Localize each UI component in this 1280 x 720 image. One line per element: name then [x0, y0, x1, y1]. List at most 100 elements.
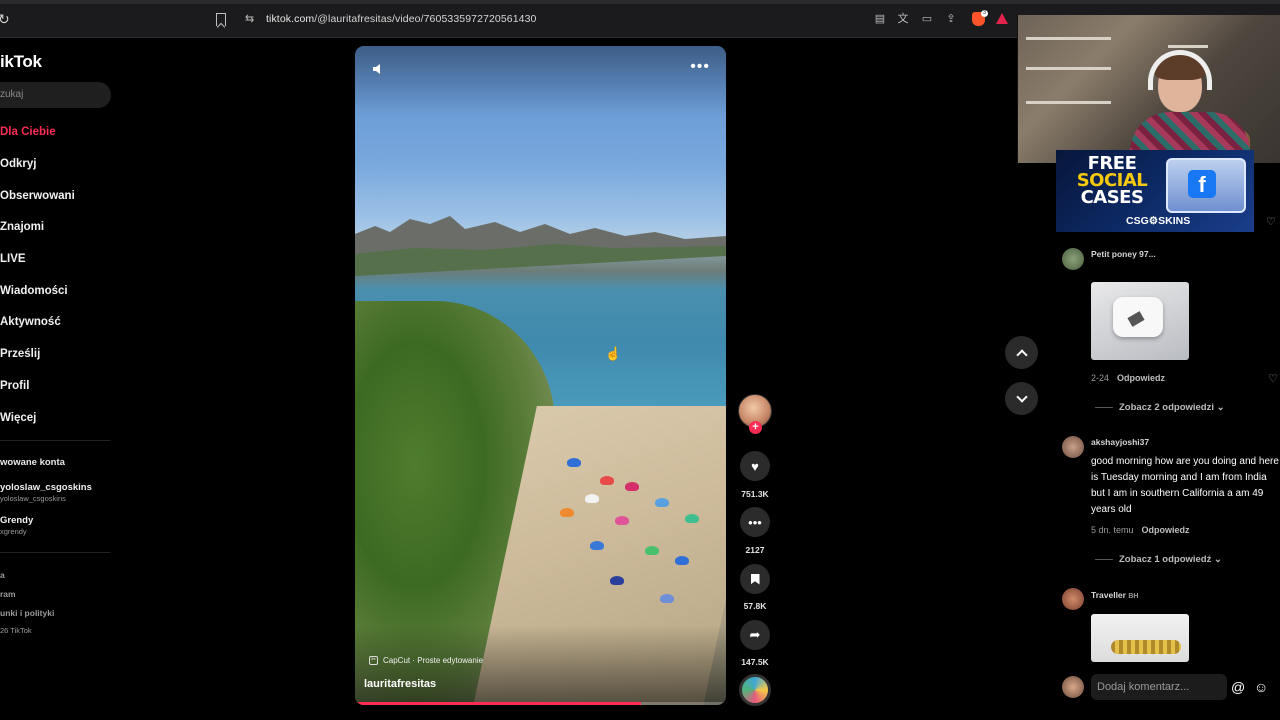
umbrella — [600, 476, 614, 485]
comment-image[interactable] — [1091, 614, 1189, 662]
ad-brand: CSG⚙SKINS — [1126, 215, 1191, 227]
footer-link[interactable]: unki i polityki — [0, 608, 54, 618]
nav-for-you[interactable]: Dla Ciebie — [0, 126, 56, 138]
follow-plus-icon[interactable]: + — [749, 421, 762, 434]
umbrella — [645, 546, 659, 555]
reply-link[interactable]: Odpowiedz — [1142, 525, 1190, 535]
comment-input[interactable] — [1091, 674, 1227, 700]
comments-panel: Petit poney 97... ♡ 2-24 Odpowiedz Zobacz… — [1050, 232, 1280, 672]
more-options-icon[interactable]: ••• — [690, 59, 710, 75]
account-handle: yoloslaw_csgoskins — [0, 494, 66, 503]
streamer — [1130, 50, 1250, 163]
capcut-tag[interactable]: ✂ CapCut · Proste edytowanie — [369, 653, 483, 667]
reader-mode-icon[interactable]: ▤ — [873, 12, 887, 26]
comment-icon: ••• — [748, 514, 762, 530]
bookmark-icon[interactable] — [216, 13, 226, 26]
ad-line: CASES — [1080, 187, 1144, 208]
heart-icon[interactable]: ♡ — [1268, 372, 1278, 385]
nav-activity[interactable]: Aktywność — [0, 316, 61, 328]
comment-date: 2-24 — [1091, 373, 1110, 383]
ad-banner[interactable]: FREE SOCIAL CASES f CSG⚙SKINS — [1056, 150, 1254, 232]
nav-live[interactable]: LIVE — [0, 253, 26, 265]
shelf — [1168, 45, 1208, 48]
like-button[interactable]: ♥ — [740, 451, 770, 481]
nav-more[interactable]: Więcej — [0, 412, 36, 424]
chevron-up-icon — [1015, 348, 1028, 361]
nav-messages[interactable]: Wiadomości — [0, 285, 68, 297]
copyright: 26 TikTok — [0, 626, 32, 635]
capcut-icon: ✂ — [369, 655, 378, 665]
comment-avatar[interactable] — [1062, 588, 1084, 610]
mountains-scenery — [355, 216, 726, 276]
umbrella — [585, 494, 599, 503]
webcam-overlay — [1017, 15, 1280, 163]
nav-profile[interactable]: Profil — [0, 380, 29, 392]
footer-link[interactable]: a — [0, 570, 5, 580]
nav-following[interactable]: Obserwowani — [0, 190, 75, 202]
umbrella — [615, 516, 629, 525]
video-player[interactable]: ••• ✂ CapCut · Proste edytowanie laurita… — [355, 46, 726, 705]
umbrella — [590, 541, 604, 550]
comment-username[interactable]: Traveller BH — [1091, 590, 1138, 600]
search-input[interactable]: zukaj — [0, 82, 111, 108]
tiktok-logo[interactable]: ikTok — [0, 52, 42, 72]
mention-icon[interactable]: @ — [1231, 679, 1245, 695]
video-author[interactable]: lauritafresitas — [364, 678, 436, 690]
umbrella — [567, 458, 581, 467]
umbrella — [625, 482, 639, 491]
share-icon[interactable]: ⇪ — [944, 12, 958, 26]
search-placeholder: zukaj — [0, 89, 24, 100]
umbrella — [655, 498, 669, 507]
comment-username[interactable]: akshayjoshi37 — [1091, 437, 1149, 447]
view-replies[interactable]: Zobacz 2 odpowiedzi ⌄ — [1095, 402, 1225, 413]
previous-video-button[interactable] — [1005, 336, 1038, 369]
translate-icon[interactable]: 文 — [896, 12, 910, 26]
user-badge: BH — [1128, 593, 1139, 600]
ad-title: FREE SOCIAL CASES — [1066, 155, 1158, 208]
comment-avatar[interactable] — [1062, 436, 1084, 458]
heart-icon[interactable]: ♡ — [1266, 215, 1276, 228]
rewards-icon[interactable] — [996, 13, 1008, 24]
tab-strip — [0, 0, 1280, 4]
following-accounts-title: wowane konta — [0, 457, 65, 468]
chevron-down-icon — [1015, 390, 1028, 403]
top-gradient — [355, 46, 726, 116]
capcut-label: CapCut · Proste edytowanie — [383, 655, 484, 665]
next-video-button[interactable] — [1005, 382, 1038, 415]
volume-icon[interactable] — [371, 62, 385, 76]
url-path: /@lauritafresitas/video/7605335972720561… — [314, 13, 537, 25]
footer-link[interactable]: ram — [0, 589, 16, 599]
my-avatar — [1062, 676, 1084, 698]
divider — [0, 440, 110, 441]
comment-username[interactable]: Petit poney 97... — [1091, 249, 1156, 259]
comment-avatar[interactable] — [1062, 248, 1084, 270]
nav-upload[interactable]: Prześlij — [0, 348, 40, 360]
music-disc-icon[interactable] — [739, 674, 771, 706]
account-name[interactable]: Grendy — [0, 515, 33, 526]
comment-image[interactable] — [1091, 282, 1189, 360]
bookmark-icon — [750, 573, 760, 585]
comment-button[interactable]: ••• — [740, 507, 770, 537]
url-host: tiktok.com — [266, 13, 315, 25]
share-button[interactable]: ➦ — [740, 620, 770, 650]
heart-icon: ♥ — [751, 458, 759, 474]
view-replies[interactable]: Zobacz 1 odpowiedź ⌄ — [1095, 554, 1222, 565]
address-bar[interactable]: tiktok.com/@lauritafresitas/video/760533… — [266, 13, 536, 25]
emoji-icon[interactable]: ☺ — [1254, 679, 1268, 695]
username-text: Traveller — [1091, 590, 1126, 600]
reply-link[interactable]: Odpowiedz — [1117, 373, 1165, 383]
site-info-icon[interactable]: ⇆ — [245, 14, 257, 25]
umbrella — [675, 556, 689, 565]
save-button[interactable] — [740, 564, 770, 594]
sidebar: ikTok zukaj Dla Ciebie Odkryj Obserwowan… — [0, 39, 118, 720]
account-name[interactable]: yoloslaw_csgoskins — [0, 482, 92, 493]
comment-text: good morning how are you doing and here … — [1091, 456, 1279, 515]
cast-icon[interactable]: ▭ — [920, 12, 934, 26]
nav-explore[interactable]: Odkryj — [0, 158, 36, 170]
shelf — [1026, 67, 1111, 70]
reload-icon[interactable]: ↻ — [0, 11, 12, 27]
headphones-icon — [1148, 50, 1212, 90]
comment-date: 5 dn. temu — [1091, 525, 1134, 535]
nav-friends[interactable]: Znajomi — [0, 221, 44, 233]
video-progress-bar[interactable] — [355, 702, 726, 705]
